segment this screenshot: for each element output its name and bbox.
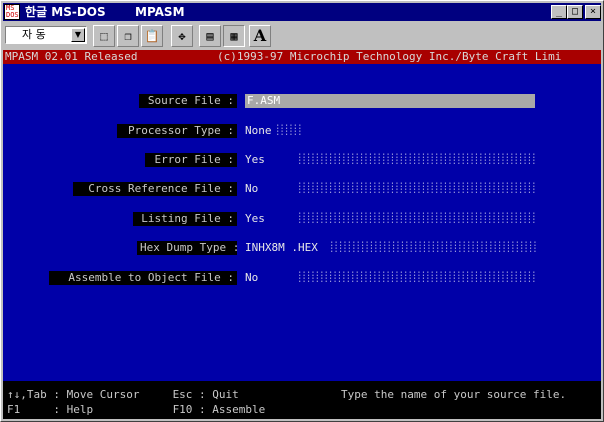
source-file-input[interactable]: F.ASM xyxy=(245,94,535,108)
cross-reference-field[interactable]: ::::::::::::::::::::::::::::::::::::::::… xyxy=(297,182,537,194)
copyright-text: (c)1993-97 Microchip Technology Inc./Byt… xyxy=(217,50,562,63)
assemble-object-value[interactable]: No xyxy=(245,271,258,285)
help-line-1: ↑↓,Tab : Move Cursor Esc : Quit xyxy=(7,388,239,401)
help-bar: ↑↓,Tab : Move Cursor Esc : Quit F1 : Hel… xyxy=(3,381,601,419)
listing-file-value[interactable]: Yes xyxy=(245,212,265,226)
listing-file-field[interactable]: ::::::::::::::::::::::::::::::::::::::::… xyxy=(297,212,537,224)
header-bar: MPASM 02.01 Released (c)1993-97 Microchi… xyxy=(3,50,601,64)
toolbar: 자 동 ▼ ⬚ ❐ 📋 ✥ ▤ ▦ A xyxy=(3,23,601,49)
error-file-label: Error File : xyxy=(145,153,237,167)
font-icon[interactable]: A xyxy=(249,25,271,47)
listing-file-label: Listing File : xyxy=(133,212,237,226)
cross-reference-label: Cross Reference File : xyxy=(73,182,237,196)
processor-type-value[interactable]: None xyxy=(245,124,272,138)
mark-icon[interactable]: ⬚ xyxy=(93,25,115,47)
processor-type-field[interactable]: :::::: :::::: xyxy=(275,124,305,136)
font-size-value: 자 동 xyxy=(22,28,46,41)
dos-screen[interactable]: MPASM 02.01 Released (c)1993-97 Microchi… xyxy=(3,50,601,419)
cross-reference-value[interactable]: No xyxy=(245,182,258,196)
maximize-button[interactable]: □ xyxy=(567,5,583,19)
assemble-object-label: Assemble to Object File : xyxy=(49,271,237,285)
status-message: Type the name of your source file. xyxy=(341,388,567,401)
version-text: MPASM 02.01 Released xyxy=(5,50,138,63)
close-button[interactable]: × xyxy=(585,5,601,19)
hex-dump-label: Hex Dump Type : xyxy=(137,241,239,255)
app-title: MPASM xyxy=(135,5,185,19)
assemble-object-field[interactable]: ::::::::::::::::::::::::::::::::::::::::… xyxy=(297,271,537,283)
msdos-icon[interactable]: MS DOS xyxy=(4,4,20,20)
error-file-value[interactable]: Yes xyxy=(245,153,265,167)
help-line-2: F1 : Help F10 : Assemble xyxy=(7,403,266,416)
chevron-down-icon[interactable]: ▼ xyxy=(71,28,85,42)
msdos-window: MS DOS 한글 MS-DOS MPASM _ □ × 자 동 ▼ ⬚ ❐ 📋 … xyxy=(0,0,604,422)
copy-icon[interactable]: ❐ xyxy=(117,25,139,47)
paste-icon[interactable]: 📋 xyxy=(141,25,163,47)
background-icon[interactable]: ▦ xyxy=(223,25,245,47)
source-file-label: Source File : xyxy=(139,94,237,108)
hex-dump-value[interactable]: INHX8M .HEX xyxy=(245,241,318,255)
minimize-button[interactable]: _ xyxy=(551,5,567,19)
title-bar[interactable]: MS DOS 한글 MS-DOS MPASM _ □ × xyxy=(3,3,601,21)
font-size-select[interactable]: 자 동 ▼ xyxy=(5,26,87,44)
source-file-value: F.ASM xyxy=(247,94,281,107)
error-file-field[interactable]: ::::::::::::::::::::::::::::::::::::::::… xyxy=(297,153,537,165)
window-title: 한글 MS-DOS xyxy=(25,5,106,19)
properties-icon[interactable]: ▤ xyxy=(199,25,221,47)
hex-dump-field[interactable]: ::::::::::::::::::::::::::::::::::::::::… xyxy=(329,241,537,253)
processor-type-label: Processor Type : xyxy=(117,124,237,138)
fullscreen-icon[interactable]: ✥ xyxy=(171,25,193,47)
